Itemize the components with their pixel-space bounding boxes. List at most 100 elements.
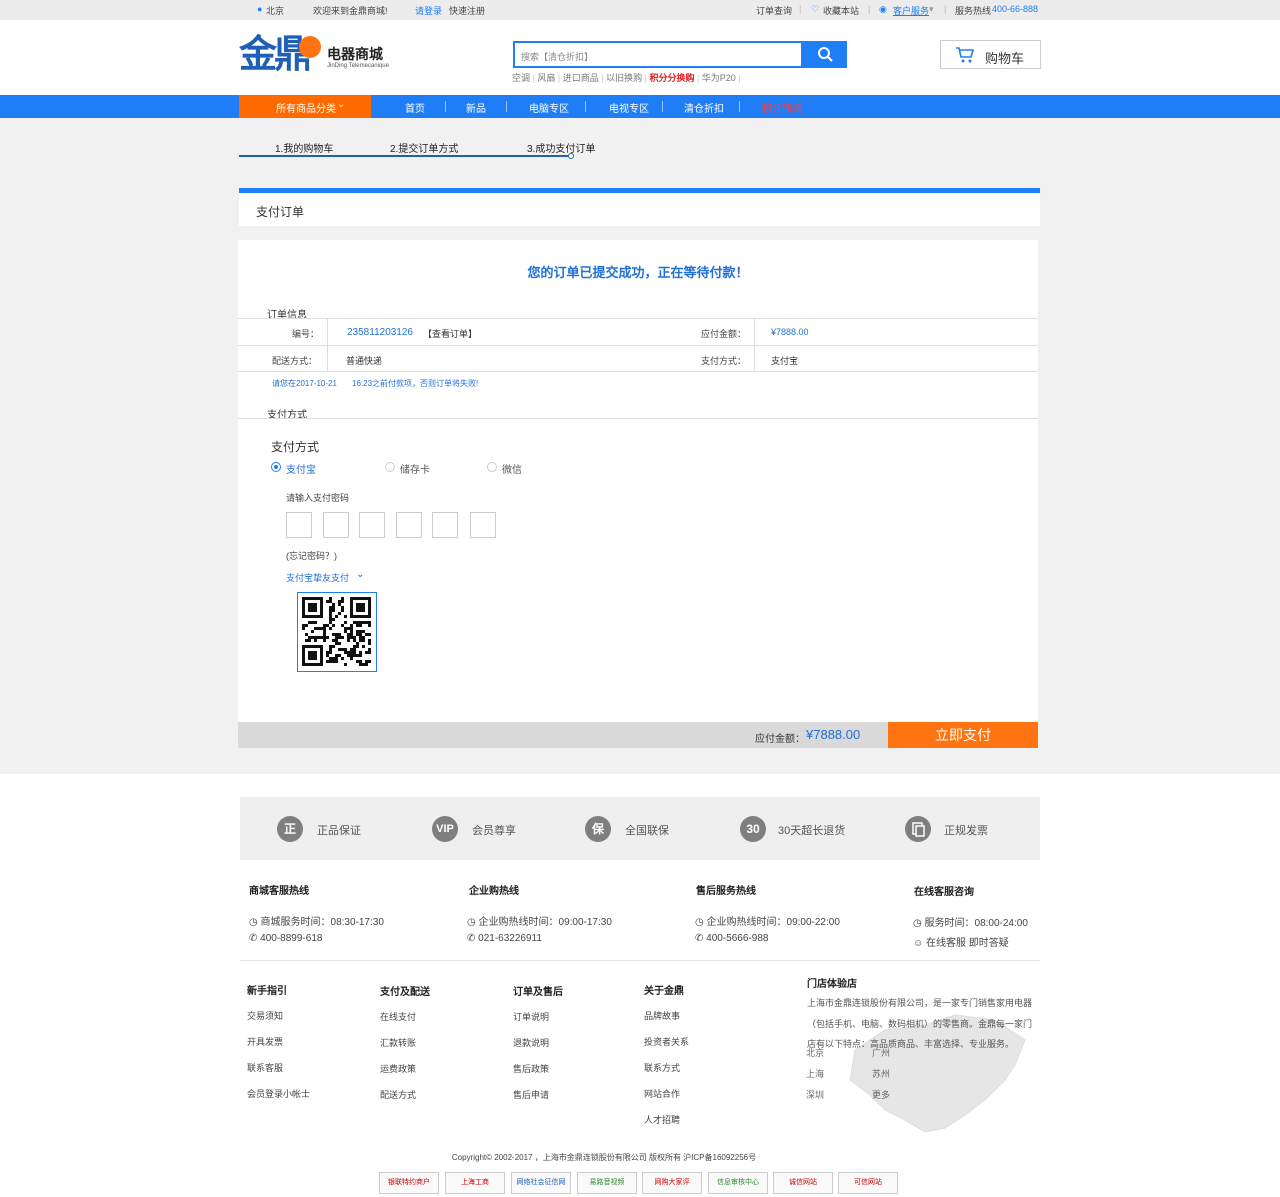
store-city[interactable]: 深圳 [806, 1088, 824, 1101]
badge-shanghai-commerce[interactable]: 上海工商 [445, 1172, 505, 1194]
pin-digit-1[interactable] [286, 512, 312, 538]
view-order-link[interactable]: 【查看订单】 [423, 327, 477, 340]
badge-audio-video[interactable]: 易路音视频 [577, 1172, 637, 1194]
footer-link[interactable]: 售后政策 [513, 1062, 549, 1075]
pin-digit-6[interactable] [470, 512, 496, 538]
store-city-more[interactable]: 更多 [872, 1088, 890, 1101]
badge-info-audit[interactable]: 信息审核中心 [708, 1172, 768, 1194]
payment-method-label: 支付方式： [701, 356, 747, 366]
footer-link[interactable]: 开具发票 [247, 1035, 283, 1048]
location-text[interactable]: 北京 [266, 4, 284, 17]
nav-divider [739, 101, 740, 112]
all-categories-button[interactable]: 所有商品分类 ⌄ [239, 95, 371, 118]
badge-credit-net[interactable]: 网络社会征信网 [511, 1172, 571, 1194]
pay-now-button[interactable]: 立即支付 [888, 722, 1038, 748]
divider: | [944, 4, 947, 14]
pin-digit-5[interactable] [432, 512, 458, 538]
friend-pay-link[interactable]: 支付宝挚友支付 [286, 571, 349, 584]
pin-digit-2[interactable] [323, 512, 349, 538]
search-input[interactable]: 搜索【清仓折扣】 [513, 41, 803, 68]
nav-item-clearance[interactable]: 清仓折扣 [684, 100, 724, 115]
pin-digit-4[interactable] [396, 512, 422, 538]
delivery-label: 配送方式： [272, 356, 318, 366]
logo-mark[interactable]: 金鼎 [239, 34, 312, 76]
radio-wechat[interactable] [487, 462, 497, 472]
hot-word-divider: | [694, 73, 702, 83]
top-bar: ● 北京 欢迎来到金鼎商城! 请登录 快速注册 订单查询 | ♡ 收藏本站 | … [0, 0, 1280, 20]
nav-item-tv[interactable]: 电视专区 [609, 100, 649, 115]
hotline-hours: ◷ 商城服务时间：08:30-17:30 [249, 913, 384, 928]
footer-link[interactable]: 订单说明 [513, 1010, 549, 1023]
hotline-hours-text: 企业购热线时间：09:00-22:00 [706, 917, 840, 928]
hot-word[interactable]: 空调 [512, 73, 530, 83]
radio-alipay[interactable] [271, 462, 281, 472]
nav-item-points-mall[interactable]: 积分商城 [762, 100, 802, 115]
option-alipay-label[interactable]: 支付宝 [286, 461, 316, 476]
hot-word[interactable]: 华为P20 [702, 73, 736, 83]
hot-word[interactable]: 风扇 [537, 73, 555, 83]
login-link[interactable]: 请登录 [415, 4, 442, 17]
step-3: 3.成功支付订单 [527, 144, 596, 155]
footer-link[interactable]: 会员登录小帐士 [247, 1087, 310, 1100]
forgot-password-link[interactable]: (忘记密码？) [286, 549, 337, 562]
search-button[interactable] [803, 41, 847, 68]
store-city[interactable]: 北京 [806, 1046, 824, 1059]
clock-icon: ◷ [467, 917, 479, 928]
hot-word[interactable]: 进口商品 [563, 73, 599, 83]
register-link[interactable]: 快速注册 [449, 4, 485, 17]
panel-title: 支付订单 [256, 205, 305, 219]
footer-link[interactable]: 品牌故事 [644, 1009, 680, 1022]
online-service[interactable]: ☺ 在线客服 即时答疑 [913, 934, 1009, 949]
nav-divider [506, 101, 507, 112]
logo-title: 电器商城 [327, 46, 383, 62]
footer-link[interactable]: 交易须知 [247, 1009, 283, 1022]
footer-link[interactable]: 运费政策 [380, 1062, 416, 1075]
footer-link[interactable]: 售后申请 [513, 1088, 549, 1101]
footer-link[interactable]: 联系方式 [644, 1061, 680, 1074]
feature-strip: 正 正品保证 VIP 会员尊享 保 全国联保 30 30天超长退货 正规发票 [240, 797, 1040, 860]
badge-trusted-site[interactable]: 可信网站 [838, 1172, 898, 1194]
hotline-number: 400-66-888 [992, 4, 1039, 14]
hotline-phone-text: 400-5666-988 [706, 933, 769, 944]
feature-genuine: 正品保证 [317, 825, 361, 837]
genuine-icon: 正 [277, 816, 303, 842]
hotline-hours: ◷ 服务时间：08:00-24:00 [913, 914, 1028, 929]
chevron-down-icon: ⌄ [337, 99, 346, 110]
feature-vip: 会员尊享 [472, 825, 516, 837]
radio-debit-card[interactable] [385, 462, 395, 472]
cart-icon [956, 47, 975, 63]
hot-word-divider: | [598, 73, 607, 83]
store-city[interactable]: 苏州 [872, 1067, 890, 1080]
store-city[interactable]: 上海 [806, 1067, 824, 1080]
nav-item-new[interactable]: 新品 [466, 100, 486, 115]
footer-link[interactable]: 配送方式 [380, 1088, 416, 1101]
footer-link[interactable]: 网站合作 [644, 1087, 680, 1100]
nav-item-home[interactable]: 首页 [405, 100, 425, 115]
footer-link[interactable]: 投资者关系 [644, 1035, 689, 1048]
order-query-link[interactable]: 订单查询 [756, 4, 792, 17]
hot-word-highlight[interactable]: 积分分换购 [649, 73, 694, 83]
store-city[interactable]: 广州 [872, 1046, 890, 1059]
option-debit-card-label[interactable]: 储存卡 [400, 461, 430, 476]
option-wechat-label[interactable]: 微信 [502, 461, 522, 476]
footer-link[interactable]: 在线支付 [380, 1010, 416, 1023]
cart-button[interactable]: 购物车 [940, 40, 1041, 69]
phone-icon: ✆ [695, 933, 707, 944]
customer-service-link[interactable]: 客户服务 [893, 4, 929, 17]
footer-link[interactable]: 退款说明 [513, 1036, 549, 1049]
nav-item-computers[interactable]: 电脑专区 [529, 100, 569, 115]
payment-heading: 支付方式 [271, 440, 320, 454]
pin-digit-3[interactable] [359, 512, 385, 538]
chevron-down-icon: ⌄ [356, 569, 365, 580]
hot-word[interactable]: 以旧换购 [606, 73, 642, 83]
badge-shopping-review[interactable]: 网购大家评 [642, 1172, 702, 1194]
favorite-link[interactable]: 收藏本站 [823, 4, 859, 17]
footer-link[interactable]: 联系客服 [247, 1061, 283, 1074]
badge-integrity-site[interactable]: 诚信网站 [773, 1172, 833, 1194]
badge-unionpay[interactable]: 银联特约商户 [379, 1172, 439, 1194]
hotline-phone-text: 400-8899-618 [260, 933, 323, 944]
footer-link[interactable]: 汇款转账 [380, 1036, 416, 1049]
footer-link[interactable]: 人才招聘 [644, 1113, 680, 1126]
divider [238, 418, 1038, 419]
copyright: Copyright© 2002-2017 ，上海市金鼎连锁股份有限公司 版权所有… [451, 1153, 757, 1162]
